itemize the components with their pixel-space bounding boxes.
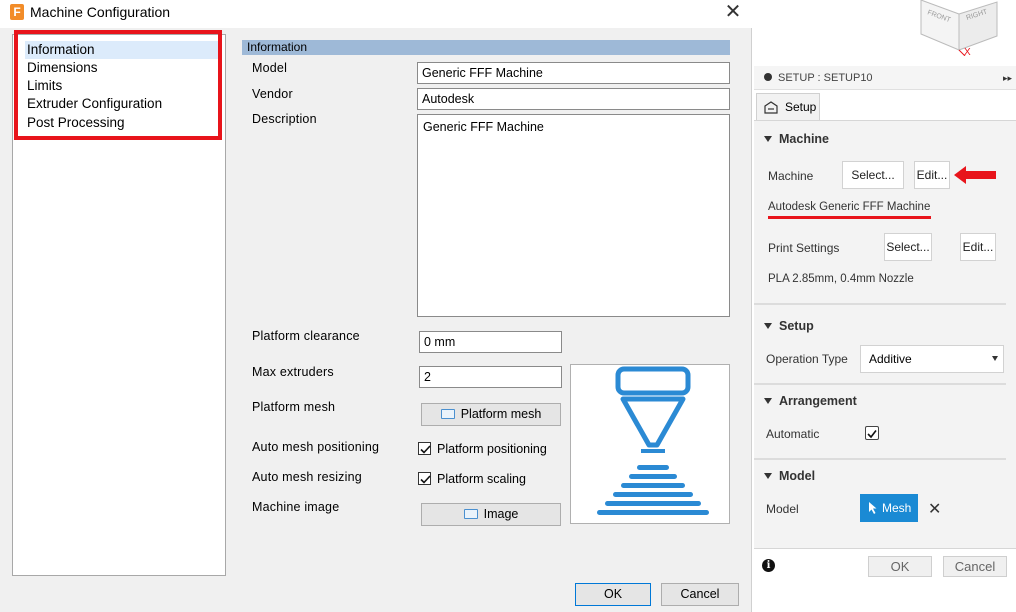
- setup-cancel-button[interactable]: Cancel: [943, 556, 1007, 577]
- checkbox-checked-icon: [867, 430, 877, 439]
- setup-ok-button[interactable]: OK: [868, 556, 932, 577]
- setup-header-title: SETUP : SETUP10: [778, 72, 873, 84]
- machine-section-label: Machine: [779, 132, 830, 146]
- platform-positioning-checkbox[interactable]: Platform positioning: [418, 441, 547, 457]
- tab-setup[interactable]: Setup: [756, 93, 820, 121]
- close-icon[interactable]: ✕: [722, 1, 744, 23]
- section-divider: [754, 383, 1006, 385]
- operation-type-label: Operation Type: [766, 352, 848, 366]
- section-header: Information: [242, 40, 730, 55]
- machine-image-label: Machine image: [252, 500, 340, 514]
- collapse-triangle-icon: [764, 473, 772, 479]
- model-label: Model: [252, 61, 288, 75]
- arrangement-section-title[interactable]: Arrangement: [764, 394, 857, 408]
- auto-mesh-positioning-label: Auto mesh positioning: [252, 440, 380, 454]
- section-divider: [754, 458, 1006, 460]
- axis-x-label: X: [964, 47, 971, 58]
- collapse-triangle-icon: [764, 323, 772, 329]
- automatic-label: Automatic: [766, 427, 820, 441]
- cancel-button[interactable]: Cancel: [661, 583, 739, 606]
- collapse-triangle-icon: [764, 398, 772, 404]
- max-extruders-label: Max extruders: [252, 365, 334, 379]
- platform-clearance-input[interactable]: 0 mm: [419, 331, 562, 353]
- mesh-selection-button[interactable]: Mesh: [860, 494, 918, 522]
- viewcube-icon[interactable]: FRONT RIGHT: [915, 0, 1000, 56]
- operation-type-select[interactable]: Additive: [860, 345, 1004, 373]
- model-section-label: Model: [779, 469, 816, 483]
- cursor-arrow-icon: [869, 502, 877, 514]
- annotation-red-box: [14, 30, 222, 140]
- setup-tab-label: Setup: [785, 100, 817, 114]
- fff-printer-nozzle-icon: [597, 366, 709, 515]
- print-settings-select-button[interactable]: Select...: [884, 233, 932, 261]
- checkbox-checked-icon: [418, 472, 431, 485]
- setup-panel-header[interactable]: SETUP : SETUP10 ▸▸: [754, 66, 1016, 90]
- ok-button[interactable]: OK: [575, 583, 651, 606]
- print-settings-label: Print Settings: [768, 241, 840, 255]
- panel-grip-icon: [764, 73, 772, 81]
- model-section-title[interactable]: Model: [764, 469, 815, 483]
- print-settings-value: PLA 2.85mm, 0.4mm Nozzle: [768, 273, 914, 285]
- annotation-red-arrow-icon: [954, 166, 996, 184]
- folder-icon: [440, 409, 455, 419]
- mesh-button-label: Mesh: [882, 501, 912, 515]
- checkbox-checked-icon: [418, 442, 431, 455]
- expand-panel-icon[interactable]: ▸▸: [1003, 66, 1012, 90]
- fusion-app-icon: F: [10, 4, 24, 20]
- collapse-triangle-icon: [764, 136, 772, 142]
- machine-name: Autodesk Generic FFF Machine: [768, 201, 931, 213]
- description-label: Description: [252, 112, 317, 126]
- dialog-title: Machine Configuration: [30, 4, 171, 20]
- arrangement-section-label: Arrangement: [779, 394, 857, 408]
- chevron-down-icon: [992, 356, 998, 361]
- info-icon[interactable]: i: [762, 559, 775, 572]
- annotation-red-underline: [768, 216, 931, 219]
- machine-label: Machine: [768, 169, 814, 183]
- print-settings-edit-button[interactable]: Edit...: [960, 233, 996, 261]
- description-textarea[interactable]: Generic FFF Machine: [417, 114, 730, 317]
- platform-clearance-label: Platform clearance: [252, 329, 360, 343]
- platform-mesh-button[interactable]: Platform mesh: [421, 403, 561, 426]
- model-input[interactable]: Generic FFF Machine: [417, 62, 730, 84]
- setup-section-label: Setup: [779, 319, 814, 333]
- vendor-label: Vendor: [252, 87, 293, 101]
- automatic-checkbox[interactable]: [865, 426, 879, 440]
- platform-positioning-label: Platform positioning: [437, 442, 547, 456]
- max-extruders-input[interactable]: 2: [419, 366, 562, 388]
- platform-scaling-checkbox[interactable]: Platform scaling: [418, 471, 526, 487]
- auto-mesh-resizing-label: Auto mesh resizing: [252, 470, 362, 484]
- platform-mesh-label: Platform mesh: [252, 400, 336, 414]
- model-row-label: Model: [766, 502, 799, 516]
- section-divider: [754, 303, 1006, 305]
- setup-section-title[interactable]: Setup: [764, 319, 814, 333]
- vendor-input[interactable]: Autodesk: [417, 88, 730, 110]
- platform-mesh-button-label: Platform mesh: [460, 407, 542, 421]
- machine-section-title[interactable]: Machine: [764, 132, 829, 146]
- image-button[interactable]: Image: [421, 503, 561, 526]
- machine-edit-button[interactable]: Edit...: [914, 161, 950, 189]
- image-button-label: Image: [483, 507, 519, 521]
- platform-scaling-label: Platform scaling: [437, 472, 526, 486]
- machine-image-preview: [570, 364, 730, 524]
- setup-tab-icon: [764, 101, 778, 114]
- machine-select-button[interactable]: Select...: [842, 161, 904, 189]
- remove-selection-icon[interactable]: ✕: [928, 499, 941, 519]
- folder-icon: [463, 509, 478, 519]
